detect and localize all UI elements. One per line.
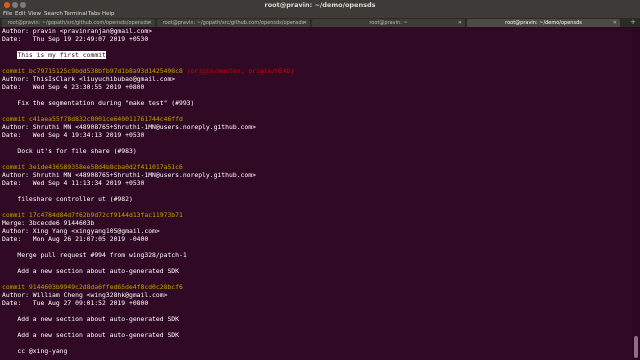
log-date: Date: Wed Sep 4 19:34:13 2019 +0530: [2, 131, 145, 139]
log-message: This is my first commit: [2, 51, 106, 59]
log-message: cc @xing-yang: [2, 347, 68, 355]
log-message: Dock ut's for file share (#983): [2, 147, 137, 155]
tab-2[interactable]: root@pravin: ~/gopath/src/github.com/ope…: [157, 19, 310, 27]
scrollbar[interactable]: [632, 27, 640, 360]
log-author: Author: Xing Yang <xingyang105@gmail.com…: [2, 227, 160, 235]
log-author: Author: pravin <pravinranjan@gmail.com>: [2, 27, 153, 35]
log-date: Date: Mon Aug 26 21:07:05 2019 -0400: [2, 235, 149, 243]
log-date: Date: Wed Sep 4 11:13:34 2019 +0530: [2, 179, 145, 187]
menu-bar: File Edit View Search Terminal Tabs Help: [0, 10, 640, 18]
tab-label: root@pravin: ~: [369, 20, 408, 26]
log-author: Author: William Cheng <wing328hk@gmail.c…: [2, 291, 168, 299]
commit-line: commit bc79715125c9bdd538bfb97d1b8a93d14…: [2, 67, 294, 75]
commit-line: commit 9144603b9949c2d8da6ffed65de4f8cd0…: [2, 283, 183, 291]
commit-line: commit c41aea55f78d832c8001ce64001176174…: [2, 115, 183, 123]
tab-label: root@pravin: ~/gopath/src/github.com/ope…: [162, 20, 305, 26]
tab-3[interactable]: root@pravin: ~ ✕: [312, 19, 465, 27]
menu-file[interactable]: File: [3, 10, 12, 18]
commit-hash: commit bc79715125c9bdd538bfb97d1b8a93d14…: [2, 67, 183, 75]
commit-hash: commit 17c4784d84d7f62b9d72cf9144d13fac1…: [2, 211, 183, 219]
log-message: Add a new section about auto-generated S…: [2, 315, 179, 323]
tab-bar: root@pravin: ~/gopath/src/github.com/ope…: [0, 18, 640, 27]
menu-tabs[interactable]: Tabs: [88, 10, 100, 18]
terminal-window: root@pravin: ~/demo/opensds File Edit Vi…: [0, 0, 640, 360]
menu-search[interactable]: Search: [44, 10, 63, 18]
log-message: Add a new section about auto-generated S…: [2, 331, 179, 339]
tab-label: root@pravin: ~/demo/opensds: [505, 20, 582, 26]
menu-view[interactable]: View: [28, 10, 41, 18]
close-tab-icon[interactable]: ✕: [458, 19, 462, 27]
commit-hash: commit c41aea55f78d832c8001ce64001176174…: [2, 115, 183, 123]
log-message: fileshare controller ut (#982): [2, 195, 133, 203]
menu-terminal[interactable]: Terminal: [64, 10, 87, 18]
log-date: Date: Thu Sep 19 22:49:07 2019 +0530: [2, 35, 149, 43]
log-message: Merge pull request #994 from wing328/pat…: [2, 251, 187, 259]
log-author: Author: Shruthi MN <48908765+Shruthi-1MN…: [2, 123, 256, 131]
scrollbar-thumb[interactable]: [634, 336, 638, 358]
log-date: Date: Tue Aug 27 09:01:52 2019 +0800: [2, 299, 149, 307]
window-title: root@pravin: ~/demo/opensds: [264, 1, 376, 9]
log-merge: Merge: 3bcecde6 9144603b: [2, 219, 95, 227]
close-tab-icon[interactable]: ✕: [303, 19, 307, 27]
close-tab-icon[interactable]: ✕: [613, 19, 617, 27]
tab-label: root@pravin: ~/gopath/src/github.com/ope…: [7, 20, 150, 26]
terminal-output[interactable]: Author: pravin <pravinranjan@gmail.com> …: [0, 27, 632, 360]
commit-line: commit 17c4784d84d7f62b9d72cf9144d13fac1…: [2, 211, 183, 219]
log-date: Date: Wed Sep 4 23:30:55 2019 +0800: [2, 83, 145, 91]
commit-refs: (origin/master, origin/HEAD): [182, 67, 295, 75]
menu-edit[interactable]: Edit: [15, 10, 26, 18]
log-author: Author: ThisIsClark <liuyuchibubao@gmail…: [2, 75, 176, 83]
commit-line: commit 3e1de436589358ee58d4b8cba0d2f4110…: [2, 163, 183, 171]
new-tab-icon[interactable]: +: [630, 18, 636, 27]
log-author: Author: Shruthi MN <48908765+Shruthi-1MN…: [2, 171, 256, 179]
selected-text[interactable]: This is my first commit: [17, 51, 106, 59]
log-message: Fix the segmentation during "make test" …: [2, 99, 195, 107]
tab-1[interactable]: root@pravin: ~/gopath/src/github.com/ope…: [2, 19, 155, 27]
close-tab-icon[interactable]: ✕: [148, 19, 152, 27]
menu-help[interactable]: Help: [102, 10, 115, 18]
tab-4-active[interactable]: root@pravin: ~/demo/opensds ✕: [467, 19, 620, 27]
title-bar: root@pravin: ~/demo/opensds: [0, 0, 640, 10]
commit-hash: commit 9144603b9949c2d8da6ffed65de4f8cd0…: [2, 283, 183, 291]
commit-hash: commit 3e1de436589358ee58d4b8cba0d2f4110…: [2, 163, 183, 171]
log-message: Add a new section about auto-generated S…: [2, 267, 179, 275]
